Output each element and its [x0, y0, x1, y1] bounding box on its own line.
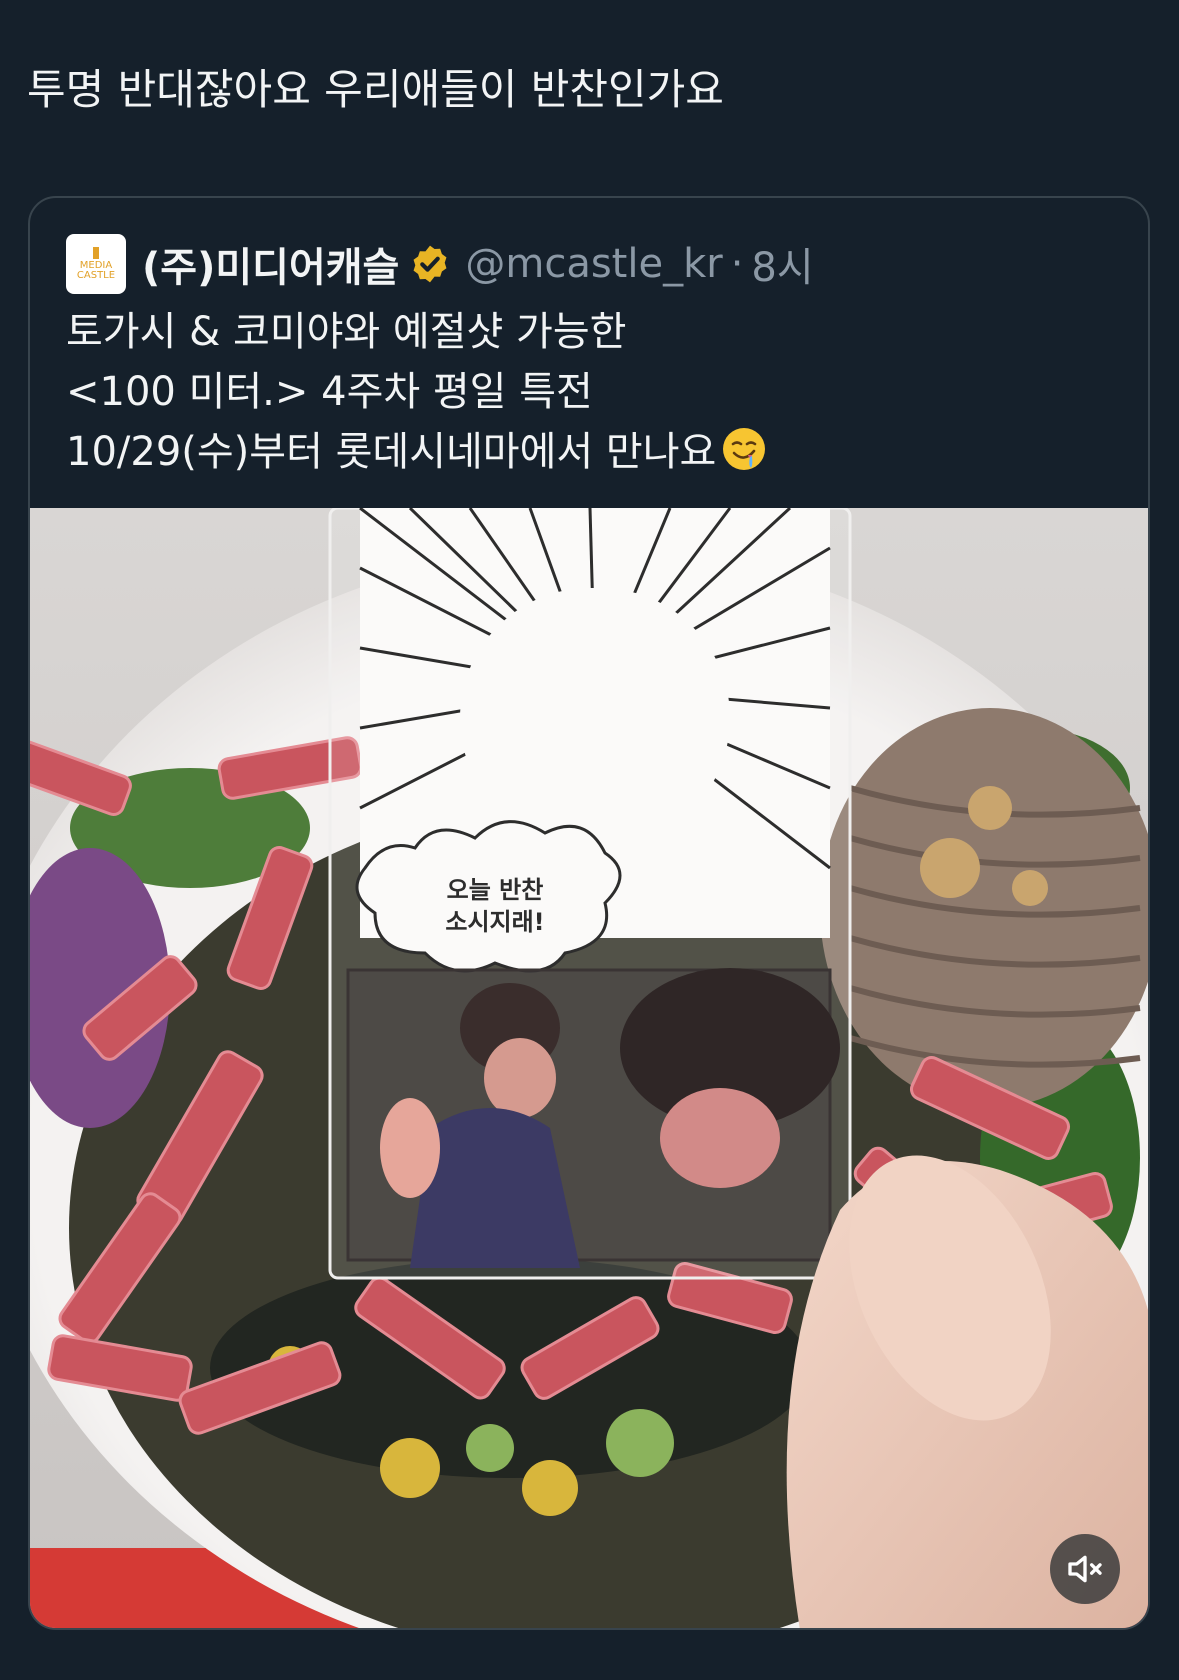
tweet-text: 투명 반대잖아요 우리애들이 반찬인가요	[27, 65, 724, 114]
speech-bubble-line2: 소시지래!	[445, 908, 544, 936]
muted-speaker-icon	[1068, 1555, 1102, 1583]
avatar-logo-line2: CASTLE	[76, 270, 116, 281]
quote-line-1: 토가시 & 코미야와 예절샷 가능한	[66, 309, 627, 355]
post-time[interactable]: 8시	[751, 235, 813, 293]
quote-line-3-text: 10/29(수)부터 롯데시네마에서 만나요	[66, 429, 717, 475]
speech-bubble-line1: 오늘 반찬	[447, 876, 544, 904]
quoted-tweet-header: MEDIA CASTLE (주)미디어캐슬 @mcastle_kr · 8시	[66, 234, 814, 294]
mute-button[interactable]	[1050, 1534, 1120, 1604]
media-image[interactable]: 오늘 반찬 소시지래!	[30, 508, 1148, 1628]
separator-dot: ·	[730, 241, 744, 287]
avatar[interactable]: MEDIA CASTLE	[66, 234, 126, 294]
quoted-tweet-body: 토가시 & 코미야와 예절샷 가능한 <100 미터.> 4주차 평일 특전 1…	[66, 302, 768, 482]
user-handle[interactable]: @mcastle_kr	[465, 241, 722, 287]
verified-badge-icon	[413, 245, 447, 283]
quoted-tweet[interactable]: MEDIA CASTLE (주)미디어캐슬 @mcastle_kr · 8시 토…	[28, 196, 1150, 1630]
drooling-face-icon	[723, 428, 766, 470]
quote-line-3: 10/29(수)부터 롯데시네마에서 만나요	[66, 422, 768, 482]
food-photo: 오늘 반찬 소시지래!	[30, 508, 1148, 1628]
transparent-photocard: 오늘 반찬 소시지래!	[328, 508, 852, 1280]
avatar-logo-mark	[93, 247, 99, 259]
quote-line-2: <100 미터.> 4주차 평일 특전	[66, 369, 593, 415]
display-name[interactable]: (주)미디어캐슬	[142, 235, 399, 293]
